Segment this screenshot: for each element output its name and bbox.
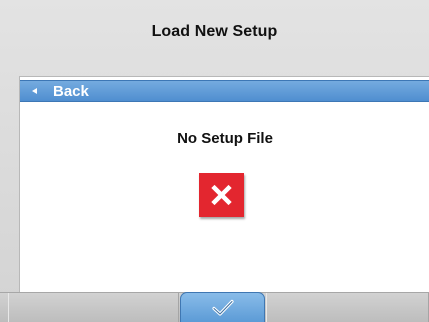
checkmark-icon (211, 299, 234, 316)
back-label: Back (53, 82, 89, 100)
error-x-graphic (211, 184, 232, 206)
left-arrow-icon (32, 88, 37, 94)
error-x-icon (199, 173, 244, 217)
softkey-left[interactable] (8, 293, 179, 322)
confirm-button[interactable] (180, 292, 265, 322)
content-panel: Back No Setup File (19, 76, 429, 292)
softkey-right[interactable] (266, 293, 429, 322)
status-message: No Setup File (177, 130, 273, 147)
title-bar: Load New Setup (0, 0, 429, 64)
device-screen: Load New Setup Back No Setup File (0, 0, 429, 322)
page-title: Load New Setup (151, 23, 278, 40)
back-button[interactable]: Back (20, 80, 429, 102)
